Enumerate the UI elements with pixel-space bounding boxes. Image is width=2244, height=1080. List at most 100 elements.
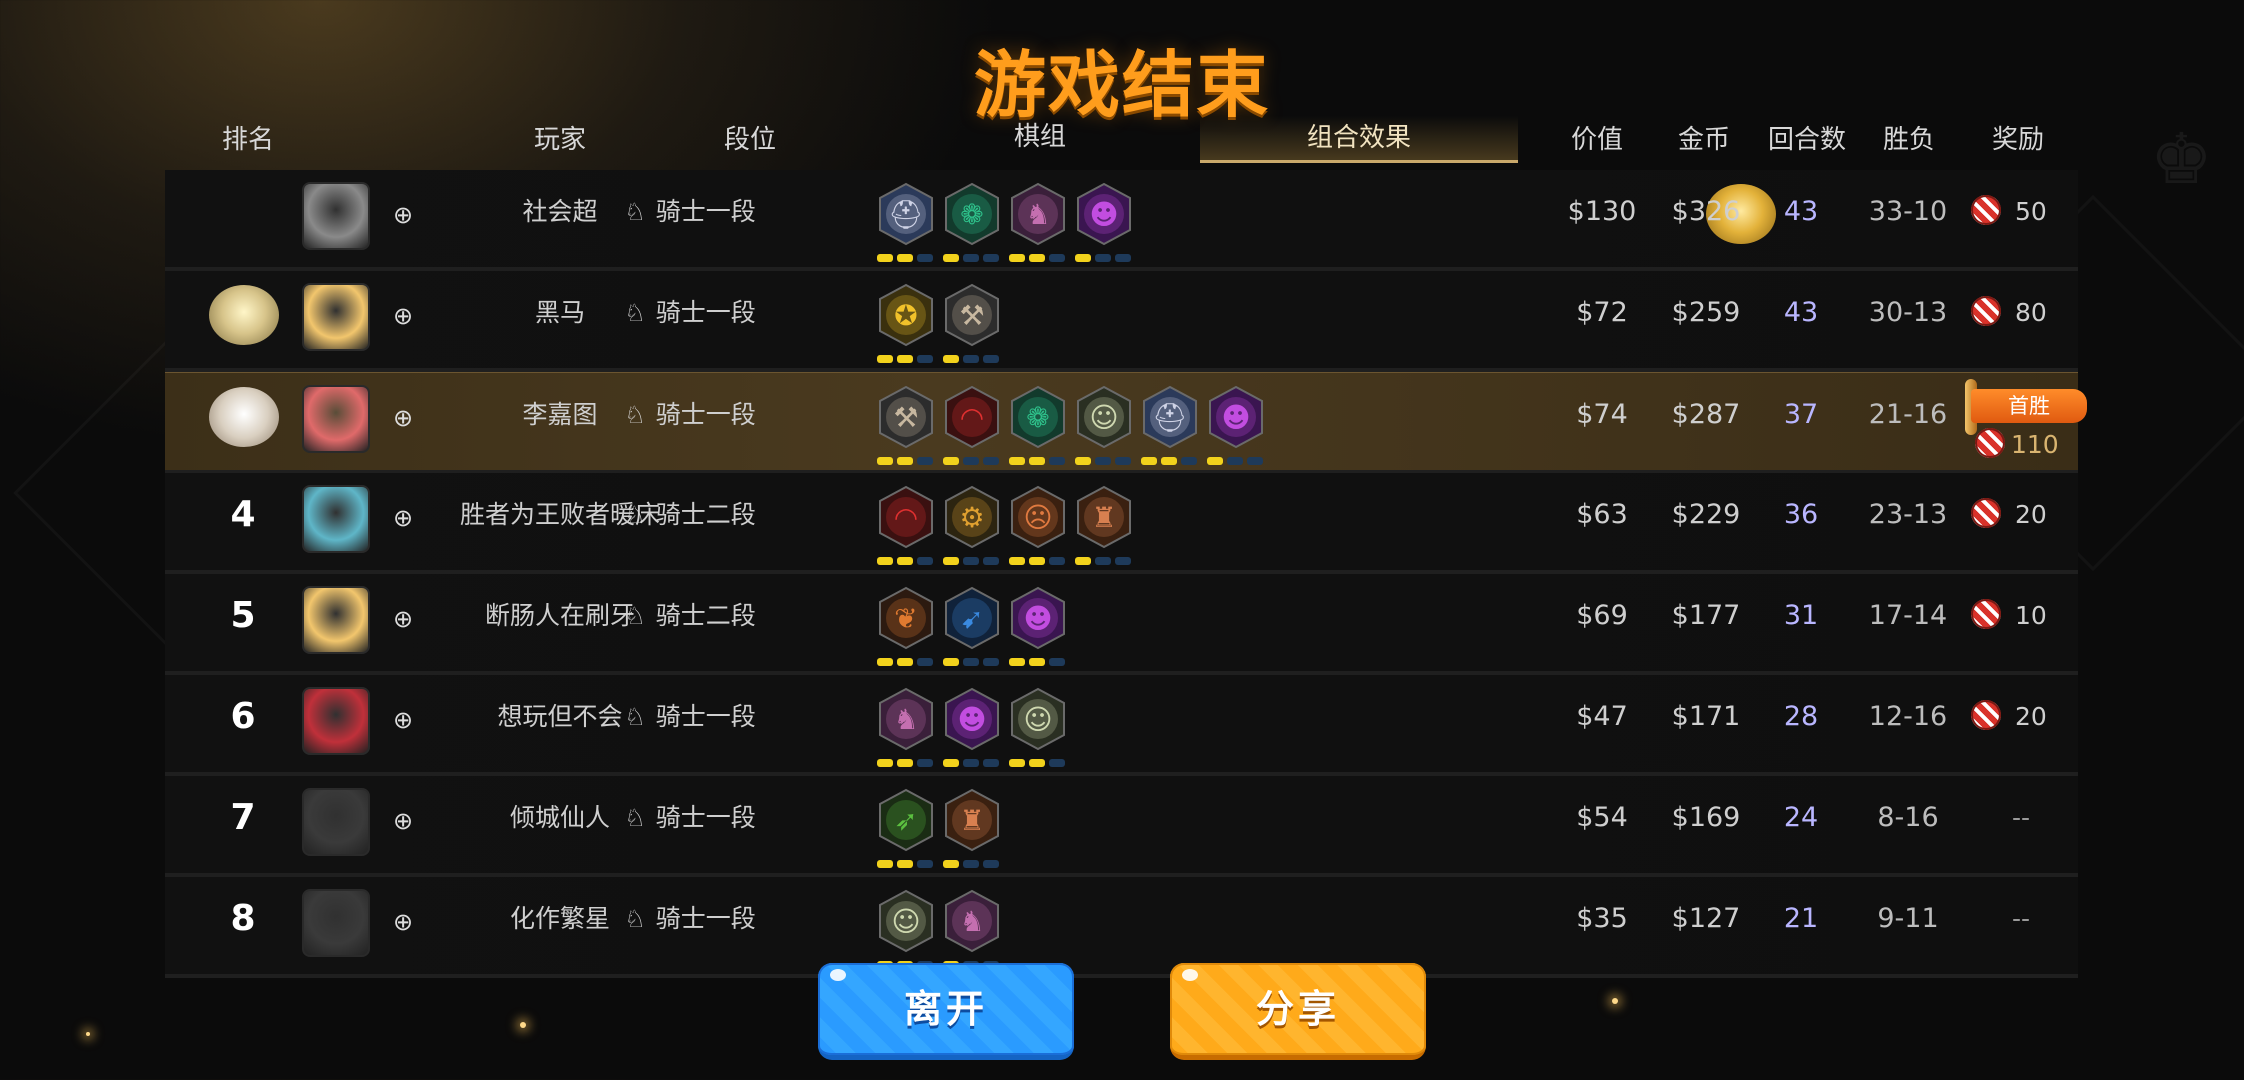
trait-viking-icon[interactable]: ♜ bbox=[1075, 485, 1133, 565]
trait-gorilla-icon[interactable]: ☺ bbox=[877, 889, 935, 969]
candy-icon bbox=[1971, 296, 2001, 326]
rank-medal-icon bbox=[209, 285, 279, 345]
trait-leaf-icon[interactable]: ❦ bbox=[877, 586, 935, 666]
demon-icon: ☻ bbox=[1011, 586, 1065, 650]
trait-demon-icon[interactable]: ☻ bbox=[943, 687, 1001, 767]
add-friend-icon[interactable]: ⊕ bbox=[388, 403, 418, 433]
trait-arc-icon[interactable]: ◠ bbox=[877, 485, 935, 565]
svg-text:❁: ❁ bbox=[960, 198, 983, 231]
add-friend-icon[interactable]: ⊕ bbox=[388, 200, 418, 230]
tier: ♘ 骑士一段 bbox=[624, 271, 756, 355]
demon-icon: ☻ bbox=[1077, 182, 1131, 246]
avatar[interactable] bbox=[302, 283, 370, 351]
winloss-cell: 21-16 bbox=[1868, 399, 1948, 430]
tab-combo-effect[interactable]: 组合效果 bbox=[1200, 116, 1518, 163]
trait-chess-knight-icon[interactable]: ♞ bbox=[943, 889, 1001, 969]
tab-pieces[interactable]: 棋组 bbox=[1014, 113, 1066, 161]
svg-text:☻: ☻ bbox=[1221, 401, 1250, 434]
avatar[interactable] bbox=[302, 385, 370, 453]
gold-cell: $229 bbox=[1671, 499, 1741, 530]
gorilla-icon: ☺ bbox=[1077, 385, 1131, 449]
trait-demon-icon[interactable]: ☻ bbox=[1009, 586, 1067, 666]
table-row: 4 ⊕ 胜者为王败者暖床 ♘ 骑士二段 ◠ ⚙ ☹ ♜ $63 $229 36 … bbox=[165, 473, 2078, 574]
trait-demon-icon[interactable]: ☻ bbox=[1075, 182, 1133, 262]
leave-button[interactable]: 离开 bbox=[818, 963, 1074, 1060]
add-friend-icon[interactable]: ⊕ bbox=[388, 907, 418, 937]
table-header: 排名 玩家 段位 棋组 组合效果 价值 金币 回合数 胜负 奖励 bbox=[0, 116, 2244, 164]
tier: ♘ 骑士一段 bbox=[624, 877, 756, 961]
trait-knight-helm-icon[interactable]: ⛑ bbox=[877, 182, 935, 262]
tier-label: 骑士一段 bbox=[655, 298, 756, 327]
avatar[interactable] bbox=[302, 687, 370, 755]
player-name: 李嘉图 bbox=[522, 400, 598, 429]
trait-level-bars bbox=[1009, 457, 1067, 465]
trait-gorilla-icon[interactable]: ☺ bbox=[1009, 687, 1067, 767]
add-friend-icon[interactable]: ⊕ bbox=[388, 604, 418, 634]
gear-icon: ⚙ bbox=[945, 485, 999, 549]
avatar[interactable] bbox=[302, 586, 370, 654]
avatar[interactable] bbox=[302, 485, 370, 553]
svg-text:⚒: ⚒ bbox=[959, 299, 984, 332]
player-name: 想玩但不会 bbox=[497, 702, 623, 731]
avatar[interactable] bbox=[302, 788, 370, 856]
value-cell: $63 bbox=[1576, 499, 1628, 530]
reward-amount: -- bbox=[2012, 904, 2031, 933]
value-cell: $69 bbox=[1576, 600, 1628, 631]
tier-label: 骑士一段 bbox=[655, 904, 756, 933]
candy-icon bbox=[1975, 428, 2005, 458]
svg-text:✪: ✪ bbox=[894, 299, 917, 332]
reward-value: 10 bbox=[2015, 601, 2047, 630]
add-friend-icon[interactable]: ⊕ bbox=[388, 806, 418, 836]
trait-yellow-emblem-icon[interactable]: ✪ bbox=[877, 283, 935, 363]
trait-level-bars bbox=[943, 759, 1001, 767]
add-friend-icon[interactable]: ⊕ bbox=[388, 301, 418, 331]
table-row: 6 ⊕ 想玩但不会 ♘ 骑士一段 ♞ ☻ ☺ $47 $171 28 12-16… bbox=[165, 675, 2078, 776]
trait-gear-icon[interactable]: ⚙ bbox=[943, 485, 1001, 565]
leave-button-label: 离开 bbox=[903, 987, 988, 1031]
add-friend-icon[interactable]: ⊕ bbox=[388, 705, 418, 735]
trait-chess-knight-icon[interactable]: ♞ bbox=[877, 687, 935, 767]
header-gold: 金币 bbox=[1677, 125, 1731, 155]
table-row: 8 ⊕ 化作繁星 ♘ 骑士一段 ☺ ♞ $35 $127 21 9-11 -- bbox=[165, 877, 2078, 978]
reward-value: 20 bbox=[2015, 500, 2047, 529]
arc-icon: ◠ bbox=[879, 485, 933, 549]
trait-feather-icon[interactable]: ➹ bbox=[943, 586, 1001, 666]
trait-arc-icon[interactable]: ◠ bbox=[943, 385, 1001, 465]
trait-gorilla-icon[interactable]: ☺ bbox=[1075, 385, 1133, 465]
trait-level-bars bbox=[1075, 457, 1133, 465]
value-cell: $72 bbox=[1576, 297, 1628, 328]
trait-paw-icon[interactable]: ❁ bbox=[1009, 385, 1067, 465]
svg-text:☺: ☺ bbox=[891, 905, 920, 938]
share-button[interactable]: 分享 bbox=[1170, 963, 1426, 1060]
avatar[interactable] bbox=[302, 889, 370, 957]
rank-number: 8 bbox=[230, 898, 256, 939]
trait-chess-knight-icon[interactable]: ♞ bbox=[1009, 182, 1067, 262]
add-friend-icon[interactable]: ⊕ bbox=[388, 503, 418, 533]
header-player: 玩家 bbox=[533, 125, 587, 155]
tier-label: 骑士二段 bbox=[655, 500, 756, 529]
candy-icon bbox=[1971, 195, 2001, 225]
gold-cell: $171 bbox=[1671, 701, 1741, 732]
avatar[interactable] bbox=[302, 182, 370, 250]
reward-amount: 20 bbox=[1971, 473, 2047, 556]
trait-demon-icon[interactable]: ☻ bbox=[1207, 385, 1265, 465]
gold-cell: $326 bbox=[1671, 196, 1741, 227]
tier-knight-icon: ♘ bbox=[624, 198, 646, 226]
trait-bow-icon[interactable]: ➶ bbox=[877, 788, 935, 868]
trait-goblin-icon[interactable]: ☹ bbox=[1009, 485, 1067, 565]
trait-paw-icon[interactable]: ❁ bbox=[943, 182, 1001, 262]
svg-text:⚒: ⚒ bbox=[893, 401, 918, 434]
rounds-cell: 36 bbox=[1783, 499, 1819, 530]
header-rank: 排名 bbox=[221, 125, 275, 155]
trait-hammer-icon[interactable]: ⚒ bbox=[943, 283, 1001, 363]
rounds-cell: 43 bbox=[1783, 297, 1819, 328]
rounds-cell: 21 bbox=[1783, 903, 1819, 934]
trait-viking-icon[interactable]: ♜ bbox=[943, 788, 1001, 868]
trait-knight-helm-icon[interactable]: ⛑ bbox=[1141, 385, 1199, 465]
arc-icon: ◠ bbox=[945, 385, 999, 449]
reward-amount: -- bbox=[2012, 803, 2031, 832]
trait-level-bars bbox=[1075, 254, 1133, 262]
trait-hammer-icon[interactable]: ⚒ bbox=[877, 385, 935, 465]
gold-cell: $127 bbox=[1671, 903, 1741, 934]
reward-amount: 50 bbox=[1971, 170, 2047, 253]
